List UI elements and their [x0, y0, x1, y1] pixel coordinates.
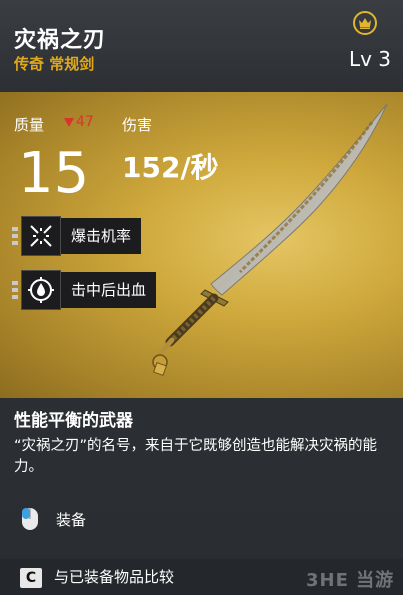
- description-text: “灾祸之刃”的名号，来自于它既够创造也能解决灾祸的能力。: [14, 438, 378, 475]
- perk-critical[interactable]: 爆击机率: [12, 216, 142, 256]
- perk-bleed[interactable]: 击中后出血: [12, 270, 157, 310]
- perk-tier-bars: [12, 227, 18, 245]
- description-title: 性能平衡的武器: [14, 411, 133, 431]
- perk-tier-bars: [12, 281, 18, 299]
- damage-value: 152/秒: [122, 151, 219, 184]
- crown-icon: [353, 11, 377, 35]
- perk-label: 爆击机率: [61, 218, 142, 254]
- equip-label: 装备: [56, 510, 87, 529]
- quality-label: 质量: [14, 116, 45, 134]
- bleed-drop-icon: [21, 270, 61, 310]
- equip-action[interactable]: 装备: [20, 506, 86, 532]
- compare-key-button[interactable]: C: [20, 568, 42, 588]
- critical-burst-icon: [21, 216, 61, 256]
- mouse-icon: [22, 508, 38, 530]
- watermark: 3HE 当游网: [306, 570, 395, 591]
- quality-value: 15: [18, 141, 90, 206]
- quality-change: 47: [64, 114, 94, 130]
- item-level: Lv 3: [348, 47, 391, 71]
- damage-label: 伤害: [122, 116, 153, 134]
- item-rarity-type: 传奇 常规剑: [14, 55, 95, 73]
- quality-change-value: 47: [76, 114, 94, 130]
- item-tooltip-card: 灾祸之刃 传奇 常规剑 Lv 3 质量 47 伤害 15 152/秒 爆击机率 …: [0, 0, 403, 595]
- compare-label: 与已装备物品比较: [54, 568, 175, 586]
- tooltip-header: 灾祸之刃 传奇 常规剑 Lv 3: [0, 0, 403, 92]
- weapon-showcase: 质量 47 伤害 15 152/秒 爆击机率 击中后出血: [0, 92, 403, 398]
- down-arrow-icon: [64, 117, 74, 127]
- item-name: 灾祸之刃: [14, 28, 107, 53]
- perk-label: 击中后出血: [61, 272, 157, 308]
